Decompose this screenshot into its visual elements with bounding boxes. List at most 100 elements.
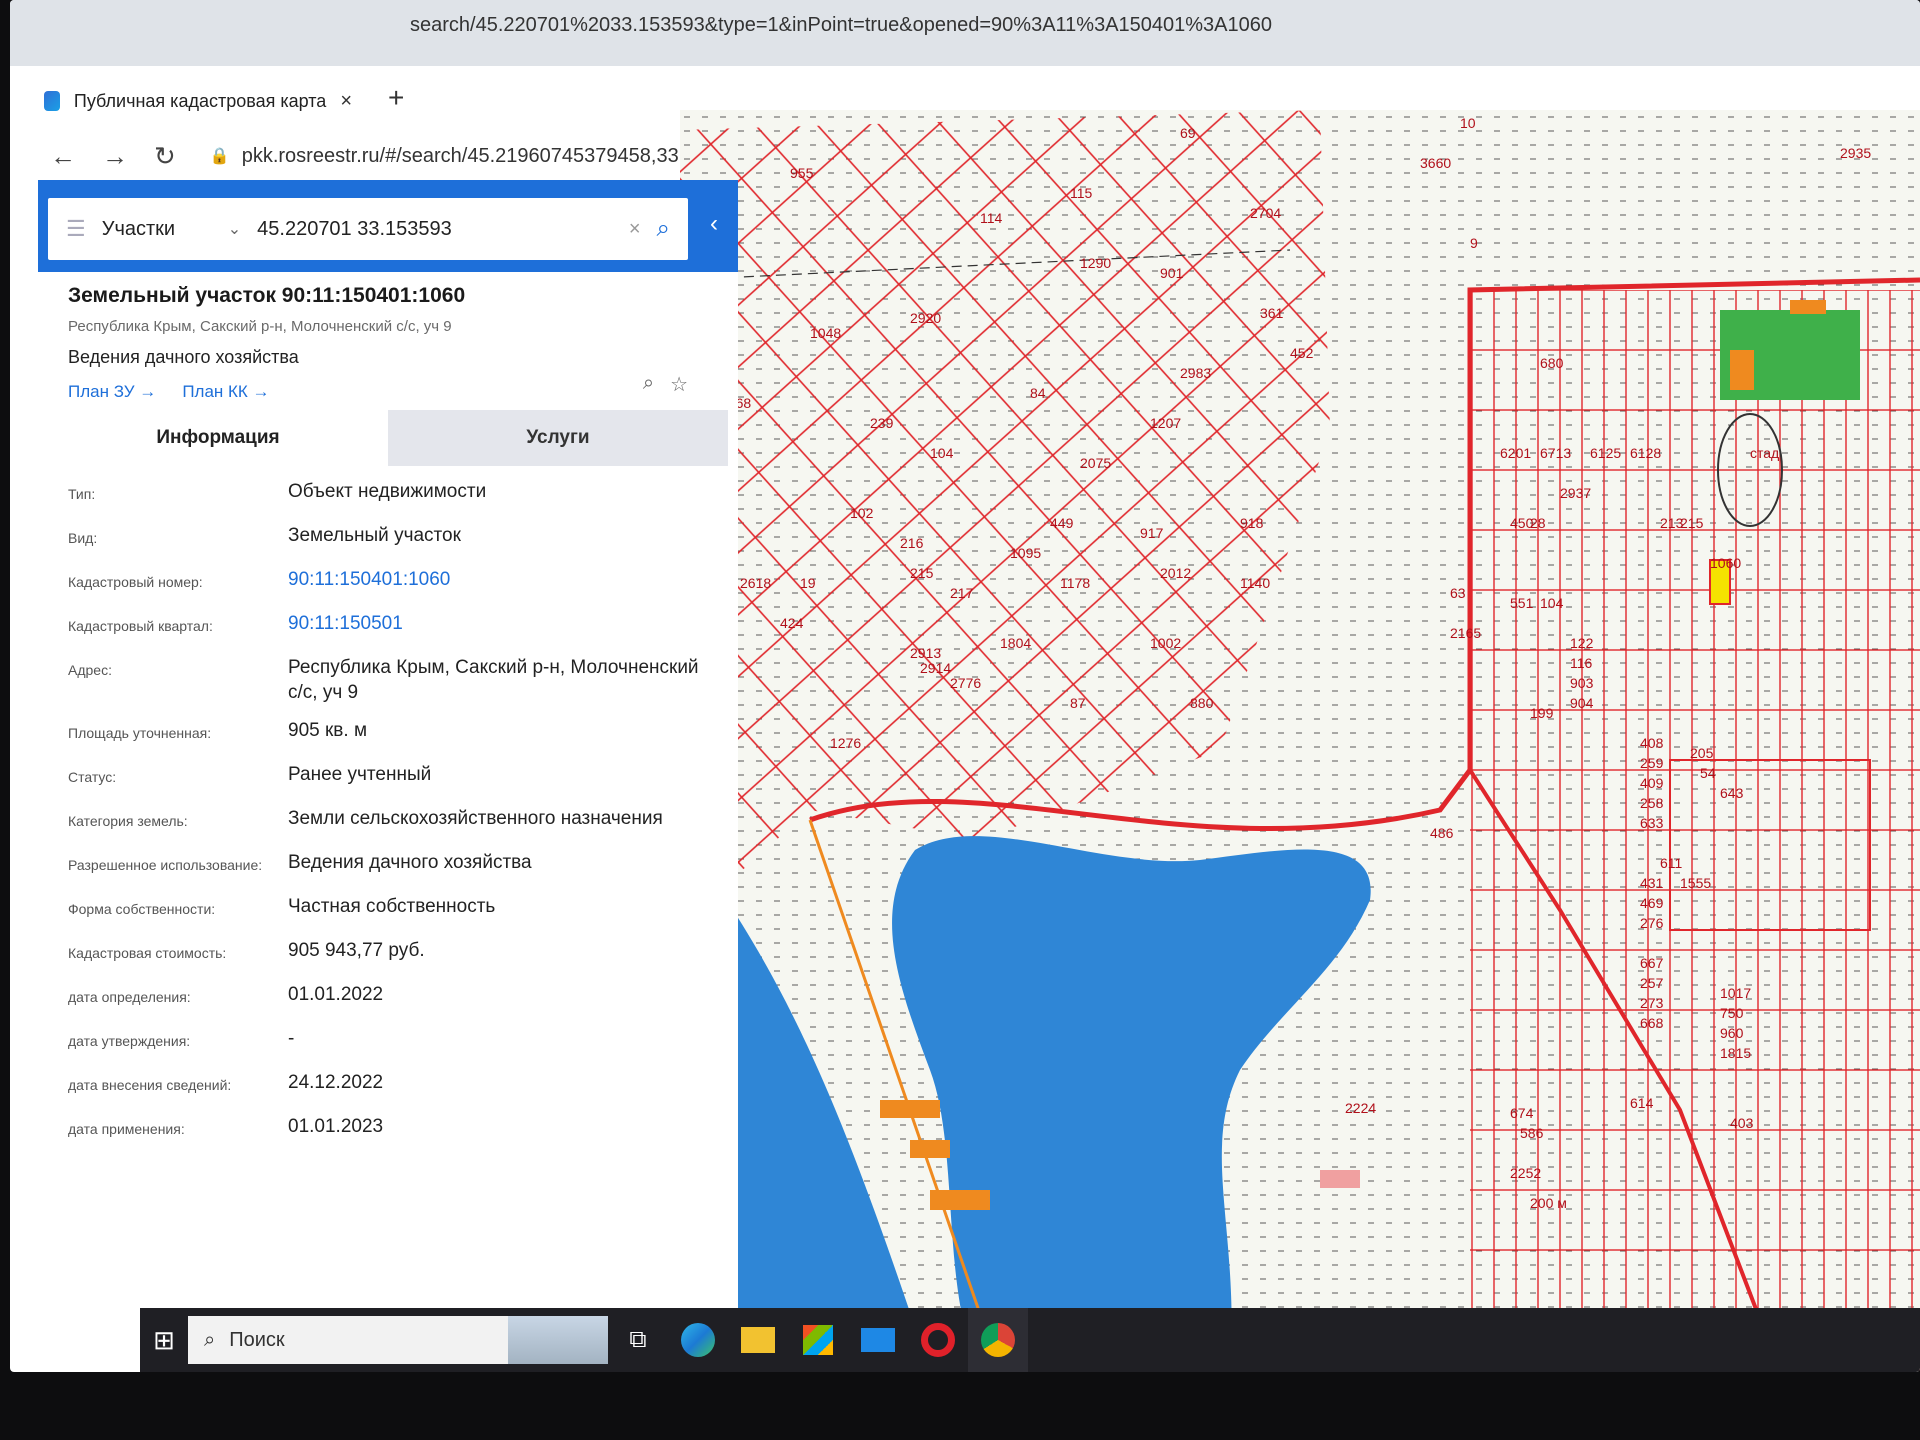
parcel-label: 1002 (1150, 635, 1181, 651)
parcel-label: 216 (900, 535, 924, 551)
search-icon[interactable]: ⌕ (657, 215, 670, 243)
tab-info[interactable]: Информация (48, 410, 388, 466)
parcel-label: 2920 (910, 310, 941, 326)
parcel-label: 2983 (1180, 365, 1211, 381)
info-value: - (288, 1028, 295, 1050)
parcel-label: 2776 (950, 675, 981, 691)
info-label: Категория земель: (68, 813, 188, 830)
file-explorer-icon[interactable] (728, 1308, 788, 1372)
map-canvas[interactable]: 9551151141290901270469515292010483612983… (680, 110, 1920, 1372)
parcel-label: 2704 (1250, 205, 1281, 221)
info-row: Площадь уточненная: 905 кв. м (68, 719, 718, 749)
zoom-to-object-icon[interactable]: ⌕ (643, 372, 654, 397)
parcel-label: 200 м (1530, 1195, 1567, 1211)
parcel-label: 1276 (830, 735, 861, 751)
cadastral-map[interactable]: 9551151141290901270469515292010483612983… (680, 110, 1920, 1372)
parcel-label: 259 (1640, 755, 1664, 771)
info-value: 01.01.2022 (288, 984, 384, 1006)
plan-zu-link[interactable]: План ЗУ → (68, 382, 156, 402)
info-label: Тип: (68, 486, 96, 502)
opera-icon[interactable] (908, 1308, 968, 1372)
browser-tab[interactable]: Публичная кадастровая карта × (28, 78, 368, 124)
search-layer-select[interactable]: Участки (102, 218, 212, 241)
task-view-icon[interactable]: ⧉ (608, 1308, 668, 1372)
back-button[interactable]: ← (50, 141, 76, 172)
search-box[interactable]: ☰ Участки ⌄ 45.220701 33.153593 × ⌕ (48, 198, 688, 260)
info-label: Кадастровая стоимость: (68, 945, 227, 962)
tab-close-icon[interactable]: × (340, 90, 352, 113)
new-tab-button[interactable]: + (388, 82, 404, 114)
parcel-label: 452 (1290, 345, 1314, 361)
info-value: Объект недвижимости (288, 481, 487, 502)
parcel-label: 408 (1640, 735, 1664, 751)
info-label: Разрешенное использование: (68, 857, 263, 874)
object-title: Земельный участок 90:11:150401:1060 (68, 284, 466, 307)
parcel-label: 276 (1640, 915, 1664, 931)
parcel-label: 19 (800, 575, 816, 591)
parcel-label: 674 (1510, 1105, 1534, 1121)
object-header: Земельный участок 90:11:150401:1060 Респ… (68, 284, 718, 402)
info-value[interactable]: 90:11:150501 (288, 612, 718, 637)
info-label: Площадь уточненная: (68, 725, 212, 742)
parcel-label: 403 (1730, 1115, 1754, 1131)
chevron-down-icon[interactable]: ⌄ (228, 219, 241, 239)
info-value[interactable]: 90:11:150401:1060 (288, 568, 718, 593)
parcel-label: 199 (1530, 705, 1554, 721)
parcel-label: 1815 (1720, 1045, 1751, 1061)
url-overflow-text: search/45.220701%2033.153593&type=1&inPo… (410, 14, 1273, 36)
info-label: Вид: (68, 530, 98, 546)
info-label: дата внесения сведений: (68, 1077, 232, 1094)
parcel-label: 1178 (1060, 575, 1090, 591)
parcel-label: 2935 (1840, 145, 1871, 161)
parcel-label: 1207 (1150, 415, 1181, 431)
parcel-label: 901 (1160, 265, 1184, 281)
info-value: Земли сельскохозяйственного назначения (288, 808, 663, 830)
parcel-label: 2937 (1560, 485, 1591, 501)
favorite-star-icon[interactable]: ☆ (670, 372, 688, 397)
info-row: Кадастровая стоимость: 905 943,77 руб. (68, 939, 718, 969)
info-row: Кадастровый квартал: 90:11:150501 (68, 612, 718, 642)
parcel-label: 424 (780, 615, 804, 631)
parcel-label: 611 (1660, 855, 1683, 871)
plan-kk-link[interactable]: План КК → (182, 382, 269, 402)
collapse-panel-button[interactable]: ‹ (700, 200, 728, 248)
lock-icon: 🔒 (209, 148, 230, 165)
info-label: дата утверждения: (68, 1033, 191, 1050)
clear-search-icon[interactable]: × (629, 218, 641, 241)
parcel-label: 903 (1570, 675, 1594, 691)
parcel-label: 257 (1640, 975, 1664, 991)
mail-icon[interactable] (848, 1308, 908, 1372)
parcel-label: 680 (1540, 355, 1564, 371)
tab-strip: search/45.220701%2033.153593&type=1&inPo… (10, 0, 1920, 66)
parcel-label: 215 (910, 565, 934, 581)
parcel-label: 750 (1720, 1005, 1744, 1021)
parcel-label: 880 (1190, 695, 1214, 711)
taskbar: ⊞ ⌕ Поиск ⧉ (140, 1308, 1920, 1372)
menu-icon[interactable]: ☰ (66, 216, 86, 242)
forward-button[interactable]: → (102, 141, 128, 172)
search-highlight-image (508, 1316, 608, 1364)
windows-start-icon[interactable]: ⊞ (140, 1325, 188, 1356)
parcel-label: стад (1750, 445, 1779, 461)
info-value: Ранее учтенный (288, 764, 432, 786)
chrome-icon[interactable] (968, 1308, 1028, 1372)
search-input[interactable]: 45.220701 33.153593 (257, 218, 613, 241)
info-table: Тип: Объект недвижимости Вид: Земельный уча… (68, 480, 718, 1159)
parcel-label: 114 (980, 210, 1003, 226)
tab-services[interactable]: Услуги (388, 410, 728, 466)
taskbar-search[interactable]: ⌕ Поиск (188, 1316, 608, 1364)
search-bar: ☰ Участки ⌄ 45.220701 33.153593 × ⌕ ‹ (38, 180, 738, 272)
parcel-label: 116 (1570, 655, 1593, 671)
info-label: Форма собственности: (68, 901, 216, 918)
reload-button[interactable]: ↻ (154, 141, 176, 172)
parcel-label: 69 (1180, 125, 1196, 141)
parcel-label: 2224 (1345, 1100, 1376, 1116)
parcel-label: 28 (1530, 515, 1546, 531)
parcel-label: 409 (1640, 775, 1664, 791)
parcel-label: 273 (1640, 995, 1664, 1011)
parcel-label: 9 (1470, 235, 1478, 251)
store-icon[interactable] (788, 1308, 848, 1372)
info-row: Вид: Земельный участок (68, 524, 718, 554)
edge-icon[interactable] (668, 1308, 728, 1372)
parcel-label: 215 (1680, 515, 1704, 531)
